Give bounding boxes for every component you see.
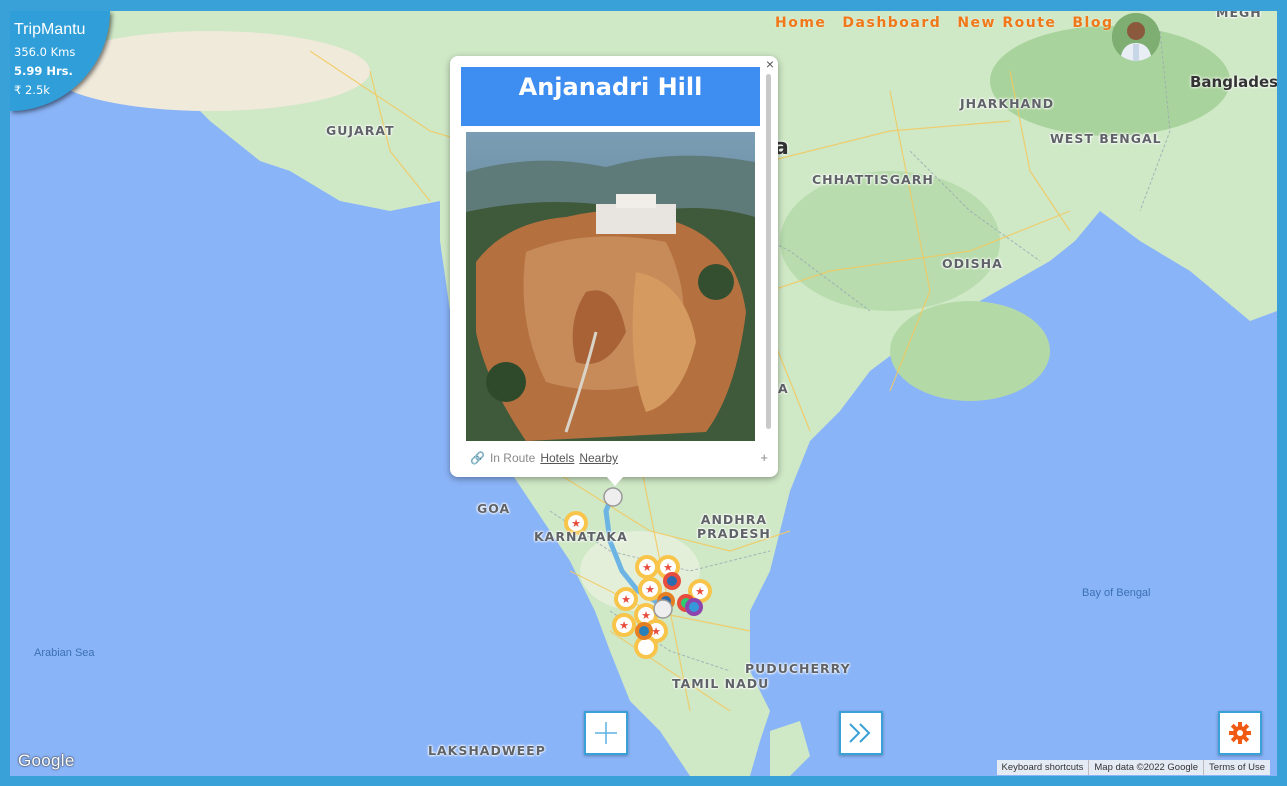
svg-text:★: ★	[641, 610, 651, 622]
keyboard-shortcuts-link[interactable]: Keyboard shortcuts	[997, 760, 1089, 775]
nav-blog[interactable]: Blog	[1072, 15, 1113, 31]
popup-scrollbar[interactable]	[766, 74, 771, 429]
label-goa: GOA	[477, 501, 511, 516]
label-andhra-pradesh: ANDHRA PRADESH	[697, 512, 771, 541]
google-logo: Google	[18, 751, 75, 770]
route-link-icon: 🔗	[470, 451, 485, 465]
svg-text:★: ★	[619, 620, 629, 632]
settings-button[interactable]	[1218, 711, 1262, 755]
label-bay-of-bengal: Bay of Bengal	[1082, 587, 1151, 599]
nav-new-route[interactable]: New Route	[957, 15, 1056, 31]
map-frame: ★ ★ ★ ★ ★ ★ ★ ★ ★ GUJARAT JHARKHAND WEST…	[10, 11, 1277, 776]
plus-icon	[595, 722, 617, 744]
close-icon[interactable]: ×	[766, 56, 774, 72]
label-west-bengal: WEST BENGAL	[1050, 131, 1162, 146]
trip-duration: 5.99 Hrs.	[14, 64, 73, 78]
svg-text:★: ★	[695, 586, 705, 598]
label-gujarat: GUJARAT	[326, 123, 395, 138]
hotels-link[interactable]: Hotels	[540, 451, 574, 465]
label-puducherry: PUDUCHERRY	[745, 661, 851, 676]
popup-footer: 🔗 In Route Hotels Nearby	[470, 451, 618, 465]
forest-patch	[890, 301, 1050, 401]
nearby-link[interactable]: Nearby	[579, 451, 618, 465]
nav-dashboard[interactable]: Dashboard	[842, 15, 941, 31]
label-karnataka: KARNATAKA	[534, 529, 628, 544]
next-button[interactable]	[839, 711, 883, 755]
map-attribution: Keyboard shortcuts Map data ©2022 Google…	[996, 760, 1270, 775]
terms-of-use-link[interactable]: Terms of Use	[1203, 760, 1270, 775]
popup-pointer	[606, 476, 624, 486]
label-bangladesh: Banglades	[1190, 73, 1277, 91]
add-stop-button[interactable]	[584, 711, 628, 755]
brand-name: TripMantu	[14, 21, 86, 38]
label-odisha: ODISHA	[942, 256, 1003, 271]
expand-icon[interactable]: +	[760, 450, 768, 465]
gear-icon	[1229, 722, 1251, 744]
in-route-status: In Route	[489, 451, 536, 465]
nav-home[interactable]: Home	[775, 15, 826, 31]
trip-stats-badge: TripMantu 356.0 Kms 5.99 Hrs. ₹ 2.5k	[10, 11, 110, 111]
top-nav: Home Dashboard New Route Blog	[775, 15, 1114, 31]
label-chhattisgarh: CHHATTISGARH	[812, 172, 934, 187]
svg-text:★: ★	[642, 562, 652, 574]
svg-text:★: ★	[645, 584, 655, 596]
place-title: Anjanadri Hill	[461, 67, 760, 126]
user-avatar[interactable]	[1112, 13, 1160, 61]
map-data-credit: Map data ©2022 Google	[1088, 760, 1203, 775]
double-chevron-right-icon	[849, 723, 871, 743]
place-info-popup: × Anjanadri Hill 🔗 In Route Hotels Nearb…	[450, 56, 778, 486]
label-meghalaya: MEGH	[1216, 11, 1262, 20]
label-arabian-sea: Arabian Sea	[34, 647, 95, 659]
place-photo	[466, 132, 755, 441]
avatar-icon	[1112, 13, 1160, 61]
label-fragment: A	[778, 381, 789, 396]
svg-text:★: ★	[621, 594, 631, 606]
label-jharkhand: JHARKHAND	[960, 96, 1055, 111]
trip-cost: ₹ 2.5k	[14, 83, 50, 97]
forest-patch	[780, 171, 1000, 311]
label-tamil-nadu: TAMIL NADU	[672, 676, 770, 691]
label-lakshadweep: LAKSHADWEEP	[428, 743, 546, 758]
trip-distance: 356.0 Kms	[14, 45, 76, 59]
